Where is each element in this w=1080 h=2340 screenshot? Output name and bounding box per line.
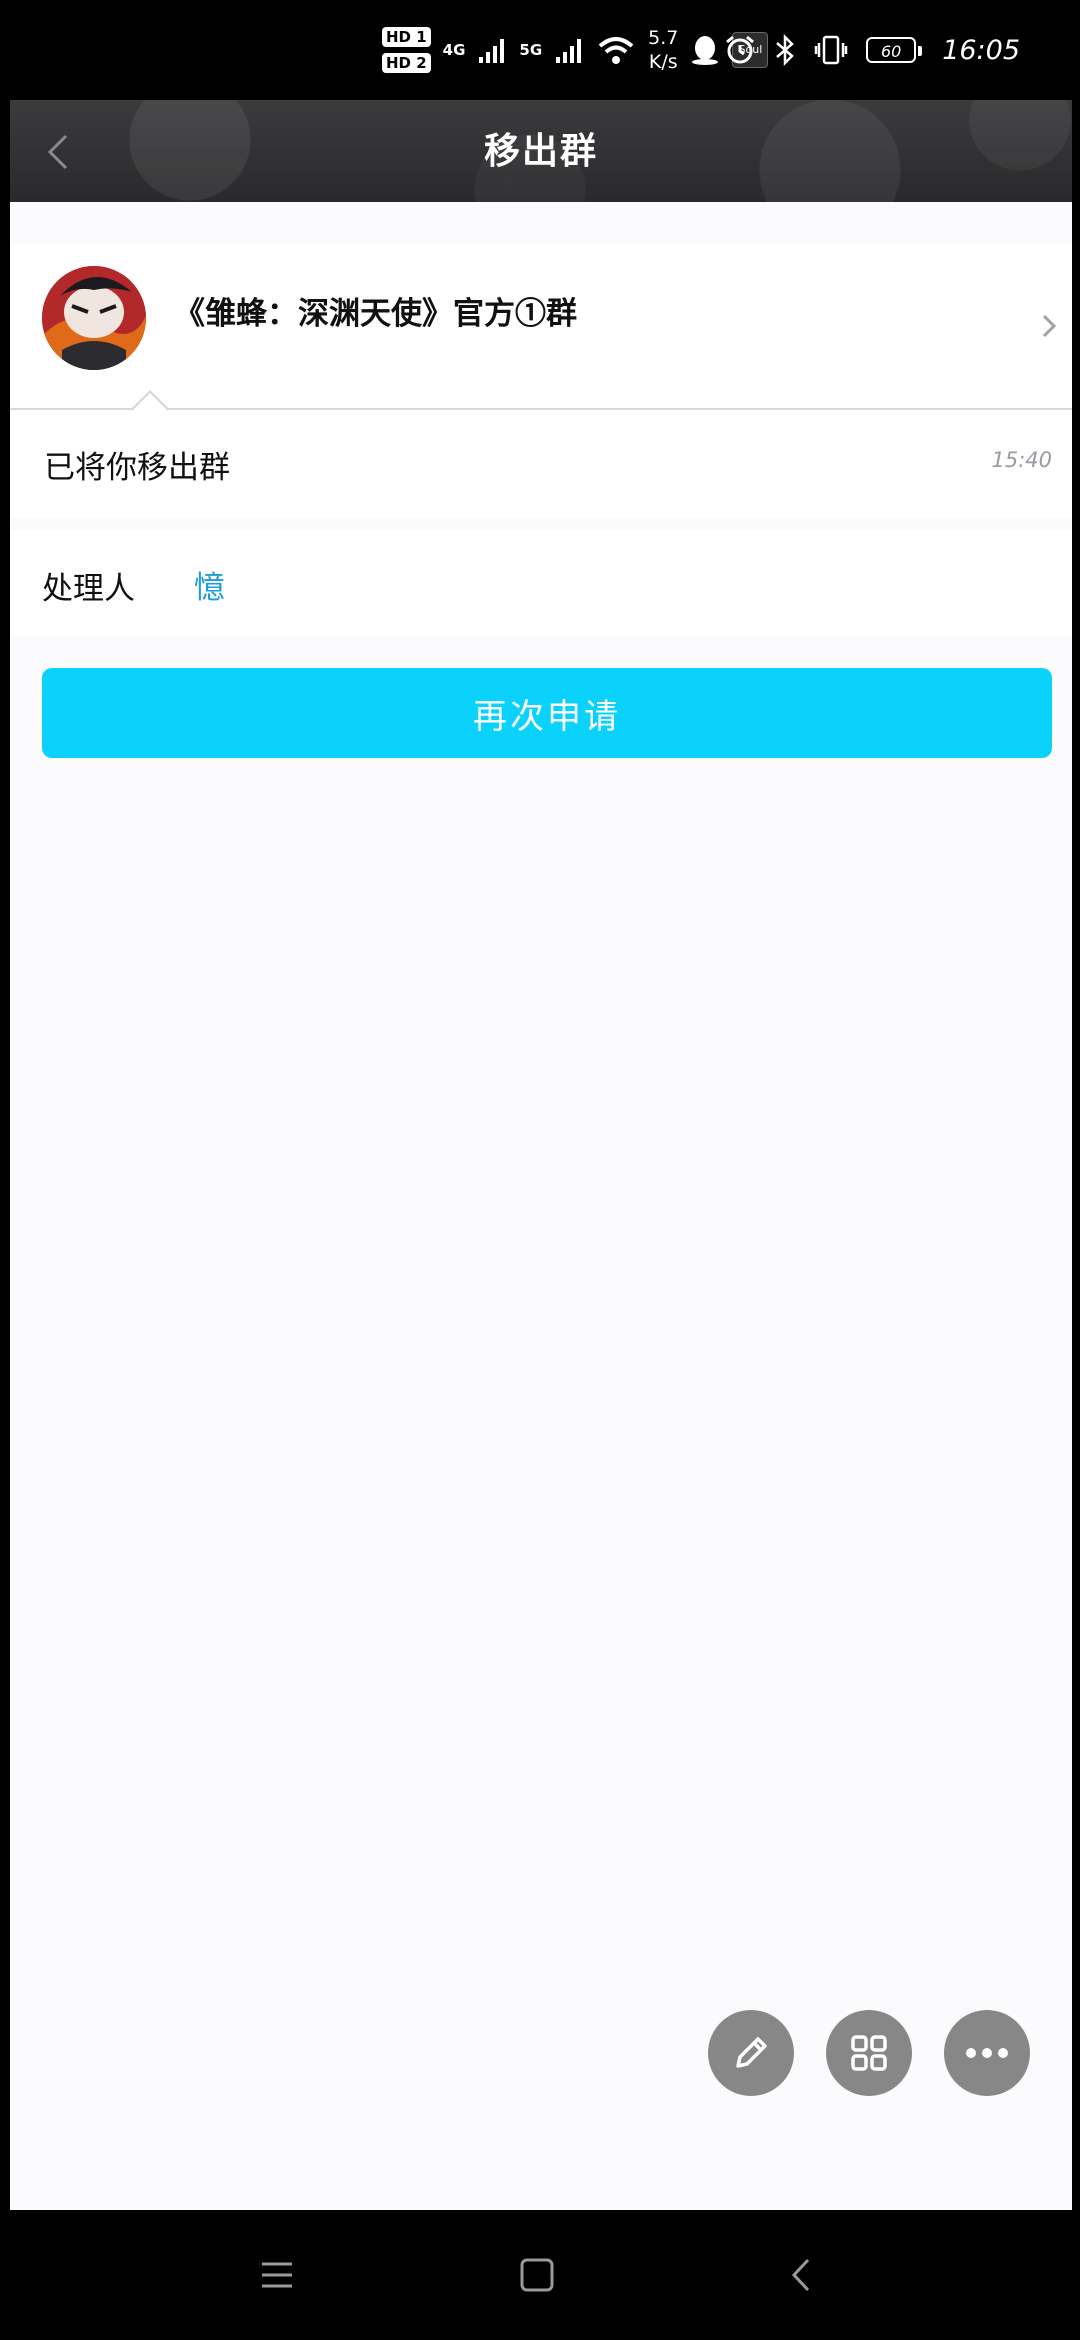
signal-icon xyxy=(479,39,505,63)
network-speed: 5.7 K/s xyxy=(648,26,678,74)
qq-icon xyxy=(692,36,719,65)
chevron-right-icon xyxy=(1042,314,1057,338)
reapply-button[interactable]: 再次申请 xyxy=(42,668,1052,758)
group-avatar xyxy=(42,266,146,370)
speed-unit: K/s xyxy=(648,51,678,73)
message-row: 已将你移出群 15:40 xyxy=(10,410,1072,518)
title-bar: 移出群 xyxy=(10,100,1072,202)
network-type-2: 5G xyxy=(519,41,543,59)
status-bar: HD 1 HD 2 4G 5G 5.7 K/s Soul 60 16:05 xyxy=(0,0,1080,100)
message-time: 15:40 xyxy=(991,448,1052,472)
card-pointer-inner xyxy=(132,393,168,411)
message-text: 已将你移出群 xyxy=(44,450,230,486)
status-right: 60 16:05 xyxy=(724,0,1020,100)
more-icon xyxy=(966,2048,1008,2058)
handler-label: 处理人 xyxy=(42,571,135,607)
status-left: HD 1 HD 2 4G 5G 5.7 K/s Soul xyxy=(382,0,769,100)
signal-icon xyxy=(556,39,582,63)
network-type-1: 4G xyxy=(442,41,466,59)
alarm-icon xyxy=(726,35,755,64)
battery-icon: 60 xyxy=(866,37,923,63)
menu-icon[interactable] xyxy=(252,2250,302,2300)
hd2-badge: HD 2 xyxy=(382,53,431,73)
grid-fab[interactable] xyxy=(826,2010,912,2096)
pencil-icon xyxy=(736,2037,767,2068)
speed-value: 5.7 xyxy=(648,27,679,49)
wifi-icon xyxy=(598,37,634,64)
nav-bar xyxy=(0,2210,1080,2340)
handler-name-link[interactable]: 憶 xyxy=(194,562,225,607)
vibrate-icon xyxy=(814,35,848,65)
page-title: 移出群 xyxy=(483,130,598,172)
hd1-badge: HD 1 xyxy=(382,27,431,47)
grid-icon xyxy=(851,2035,887,2071)
more-fab[interactable] xyxy=(944,2010,1030,2096)
avatar-art-icon xyxy=(42,266,146,370)
home-icon[interactable] xyxy=(512,2250,562,2300)
group-card[interactable]: 《雏蜂：深渊天使》官方①群 xyxy=(10,244,1072,410)
bluetooth-icon xyxy=(776,34,795,66)
hd-indicators: HD 1 HD 2 xyxy=(382,27,431,73)
clock: 16:05 xyxy=(942,34,1020,66)
edit-fab[interactable] xyxy=(708,2010,794,2096)
group-name: 《雏蜂：深渊天使》官方①群 xyxy=(174,296,577,332)
screen: 移出群 《雏蜂：深渊天使》官方①群 已将你移出群 15:40 处理人 憶 再次申… xyxy=(10,100,1072,2210)
handler-row: 处理人 憶 xyxy=(10,530,1072,636)
back-icon[interactable] xyxy=(778,2250,828,2300)
